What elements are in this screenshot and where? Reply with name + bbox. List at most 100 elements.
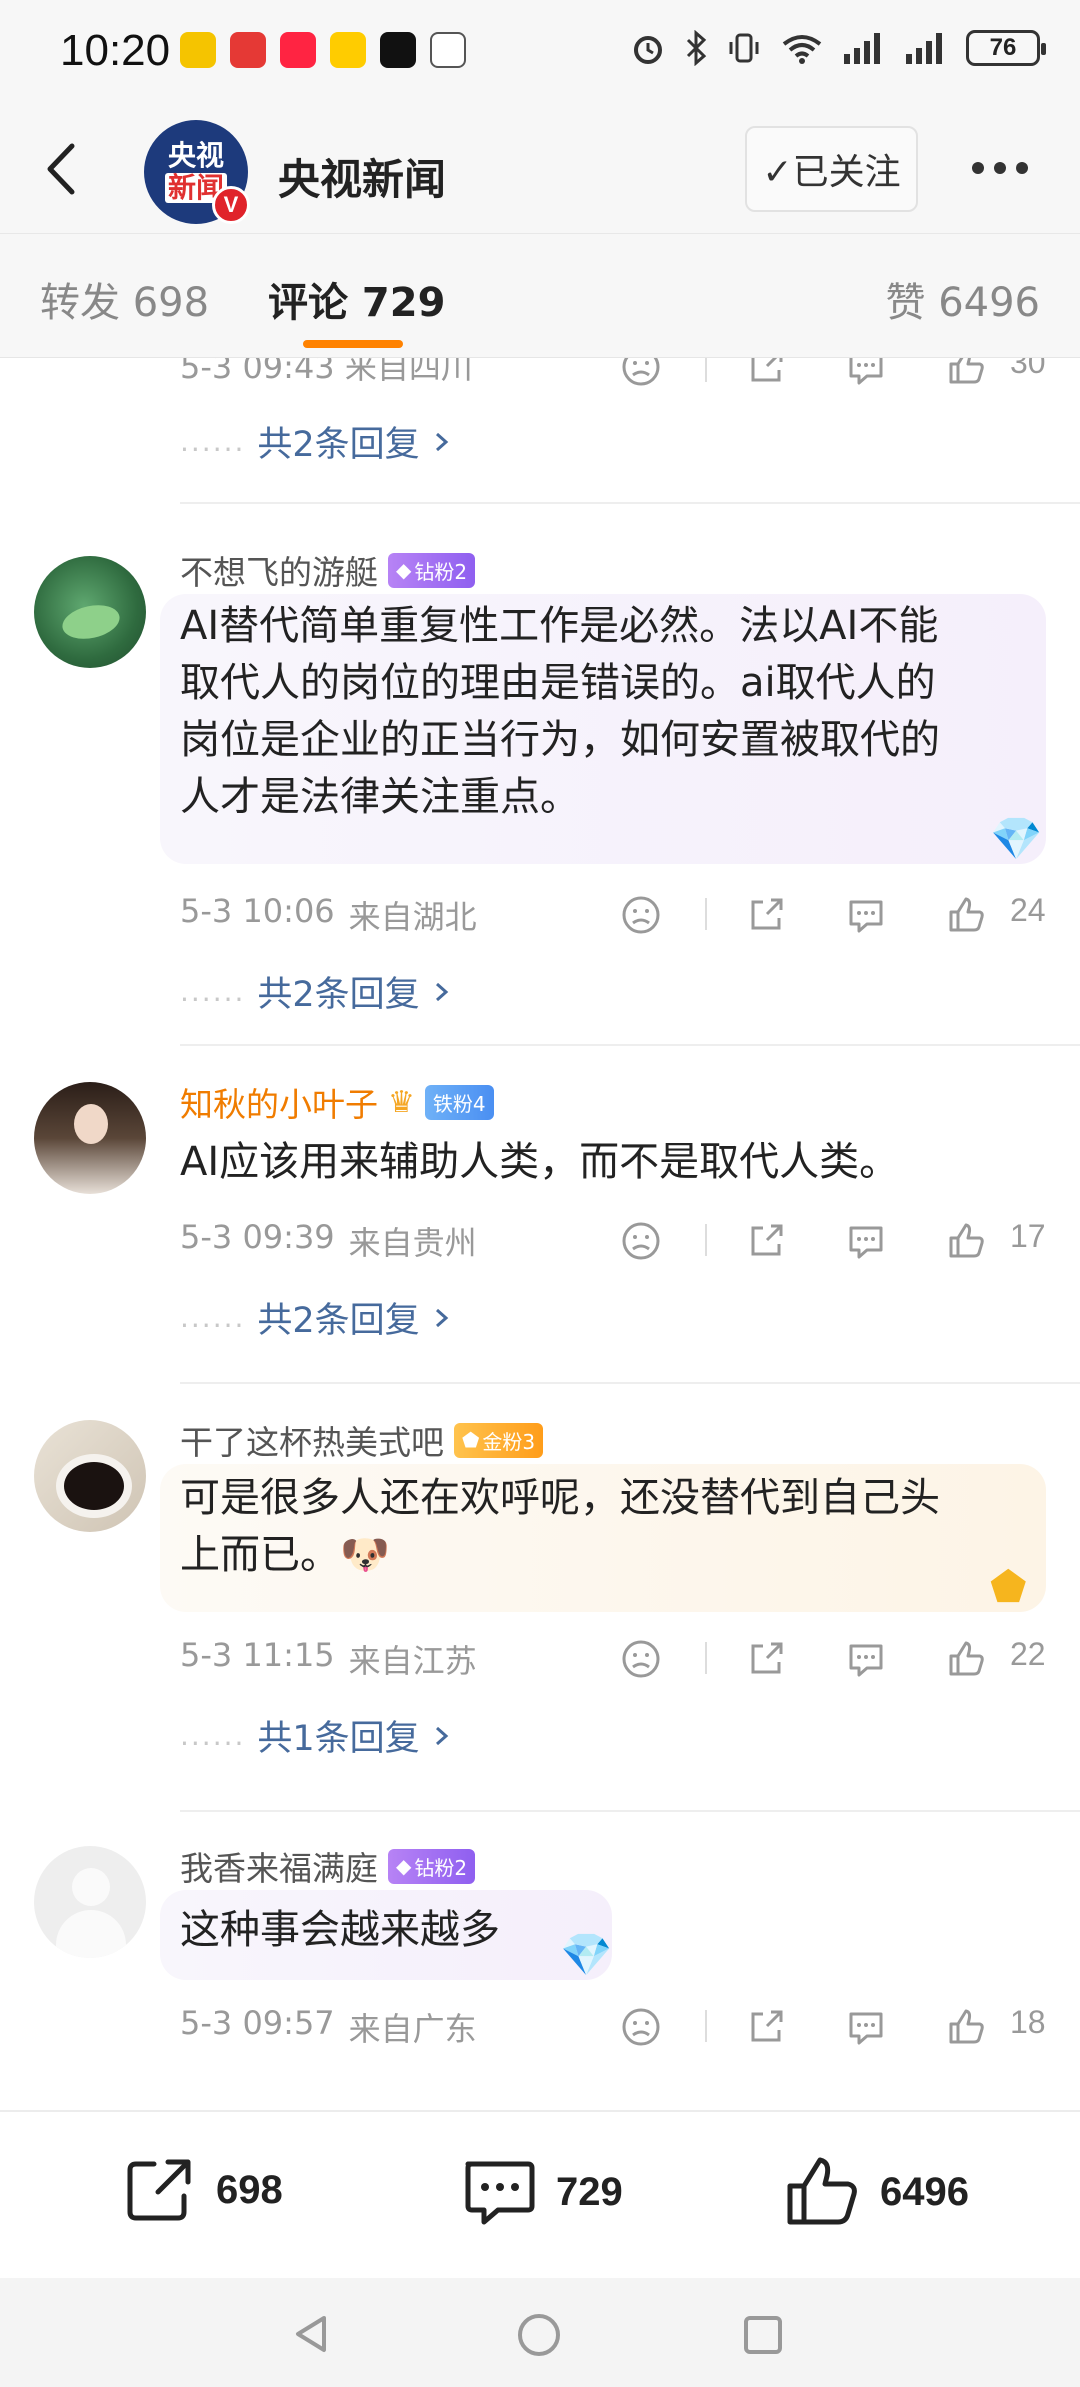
like-icon[interactable] <box>945 2006 987 2048</box>
comment-icon <box>465 2161 535 2225</box>
comment-username[interactable]: 不想飞的游艇 ◆ 钻粉2 <box>180 546 476 594</box>
like-icon[interactable] <box>945 1220 987 1262</box>
comment-icon[interactable] <box>845 1638 887 1680</box>
divider <box>705 898 707 930</box>
avatar[interactable] <box>34 1420 146 1532</box>
comment-username[interactable]: 干了这杯热美式吧 ⬟ 金粉3 <box>180 1416 544 1464</box>
view-replies-link[interactable]: ...... 共2条回复 <box>180 1292 452 1343</box>
share-icon[interactable] <box>745 2006 787 2048</box>
comment-icon[interactable] <box>845 2006 887 2048</box>
comment-location: 来自广东 <box>348 2010 477 2048</box>
like-icon <box>787 2157 857 2225</box>
comment-date: 5-3 11:15 <box>180 1636 335 1674</box>
more-icon[interactable] <box>960 148 1040 188</box>
comment-username[interactable]: 知秋的小叶子 ♛ 铁粉4 <box>180 1078 494 1126</box>
replies-label: 共2条回复 <box>257 425 420 465</box>
share-icon[interactable] <box>745 1220 787 1262</box>
comment-location: 来自湖北 <box>348 898 477 936</box>
list-item: 5-3 09:43 来自四川 30 ...... 共2条回复 <box>0 358 1080 506</box>
comment-meta: 5-3 09:39 来自贵州 <box>180 1218 477 1264</box>
chevron-right-icon <box>435 1308 448 1327</box>
dislike-icon[interactable] <box>620 358 662 388</box>
battery-indicator: 76 <box>966 30 1046 66</box>
comment-username[interactable]: 我香来福满庭 ◆ 钻粉2 <box>180 1842 476 1890</box>
dots-decoration: ...... <box>180 975 246 1008</box>
news-app-icon <box>230 32 266 68</box>
comment-actions: 22 <box>620 1636 1050 1682</box>
comment-text-line: 可是很多人还在欢呼呢，还没替代到自己头 <box>180 1475 940 1521</box>
account-name[interactable]: 央视新闻 <box>278 146 446 207</box>
fan-badge: 铁粉4 <box>424 1084 494 1120</box>
tab-like[interactable]: 赞 6496 <box>885 270 1040 328</box>
follow-button[interactable]: ✓已关注 <box>745 126 918 212</box>
bluetooth-icon <box>686 30 707 66</box>
back-icon[interactable] <box>30 134 100 204</box>
fan-badge-label: 钻粉2 <box>414 1855 468 1880</box>
view-replies-link[interactable]: ...... 共2条回复 <box>180 966 452 1017</box>
tab-repost[interactable]: 转发 698 <box>40 270 209 328</box>
comment-meta: 5-3 09:43 来自四川 <box>180 358 473 388</box>
dislike-icon[interactable] <box>620 1220 662 1262</box>
view-replies-link[interactable]: ...... 共1条回复 <box>180 1710 452 1761</box>
like-count: 24 <box>1010 892 1046 928</box>
nav-recents-icon[interactable] <box>742 2314 784 2356</box>
divider <box>705 2010 707 2042</box>
tab-comment[interactable]: 评论 729 <box>268 270 445 328</box>
xiaohongshu-app-icon <box>280 32 316 68</box>
dislike-icon[interactable] <box>620 1638 662 1680</box>
status-bar: 10:20 76 <box>0 0 1080 108</box>
dislike-icon[interactable] <box>620 894 662 936</box>
avatar-text-line1: 央视 <box>167 139 224 172</box>
like-button[interactable]: 6496 <box>782 2152 969 2232</box>
avatar[interactable] <box>34 1846 146 1958</box>
comment-text-line: AI替代简单重复性工作是必然。法以AI不能 <box>180 603 939 649</box>
username-text: 我香来福满庭 <box>180 1849 378 1888</box>
fan-badge: ⬟ 金粉3 <box>454 1422 544 1458</box>
chevron-right-icon <box>435 432 448 451</box>
like-icon[interactable] <box>945 358 987 388</box>
avatar[interactable] <box>34 556 146 668</box>
status-time: 10:20 <box>60 26 171 75</box>
comment-icon[interactable] <box>845 358 887 388</box>
nav-back-icon[interactable] <box>290 2312 334 2356</box>
replies-label: 共2条回复 <box>257 1301 420 1341</box>
signal-icon-2 <box>906 33 942 64</box>
vibrate-icon <box>729 33 759 63</box>
like-count: 18 <box>1010 2004 1046 2040</box>
like-icon[interactable] <box>945 1638 987 1680</box>
comment-item: 干了这杯热美式吧 ⬟ 金粉3 可是很多人还在欢呼呢，还没替代到自己头 上而已。🐶 … <box>0 1384 1080 1812</box>
comment-icon[interactable] <box>845 894 887 936</box>
wifi-icon <box>782 35 822 64</box>
comment-date: 5-3 09:39 <box>180 1218 335 1256</box>
repost-button[interactable]: 698 <box>122 2152 283 2228</box>
comment-button[interactable]: 729 <box>458 2152 623 2232</box>
avatar[interactable] <box>34 1082 146 1194</box>
dislike-icon[interactable] <box>620 2006 662 2048</box>
share-icon[interactable] <box>745 1638 787 1680</box>
view-replies-link[interactable]: ...... 共2条回复 <box>180 416 452 467</box>
like-count: 22 <box>1010 1636 1046 1672</box>
like-count: 17 <box>1010 1218 1046 1254</box>
comment-text-line: 这种事会越来越多 <box>180 1907 500 1953</box>
comment-icon[interactable] <box>845 1220 887 1262</box>
diamond-icon: ◆ <box>396 1854 412 1878</box>
nav-home-icon[interactable] <box>516 2312 562 2358</box>
comment-list: 5-3 09:43 来自四川 30 ...... 共2条回复 不想飞的游艇 ◆ 钻… <box>0 358 1080 2110</box>
comment-location: 来自贵州 <box>348 1224 477 1262</box>
comment-item: 不想飞的游艇 ◆ 钻粉2 AI替代简单重复性工作是必然。法以AI不能 取代人的岗位… <box>0 504 1080 1046</box>
chevron-right-icon <box>435 1726 448 1745</box>
diamond-gem-icon: 💎 <box>560 1930 613 1979</box>
share-icon[interactable] <box>745 894 787 936</box>
username-text: 知秋的小叶子 <box>180 1085 378 1124</box>
like-icon[interactable] <box>945 894 987 936</box>
divider <box>705 358 707 382</box>
comment-text: 可是很多人还在欢呼呢，还没替代到自己头 上而已。🐶 <box>180 1470 940 1584</box>
dots-decoration: ...... <box>180 425 246 458</box>
divider <box>705 1642 707 1674</box>
system-navigation-bar <box>0 2278 1080 2387</box>
share-icon[interactable] <box>745 358 787 388</box>
comment-text: 这种事会越来越多 <box>180 1902 500 1959</box>
comment-meta: 5-3 10:06 来自湖北 <box>180 892 477 938</box>
username-text: 干了这杯热美式吧 <box>180 1423 444 1462</box>
comment-actions: 30 <box>620 358 1050 390</box>
